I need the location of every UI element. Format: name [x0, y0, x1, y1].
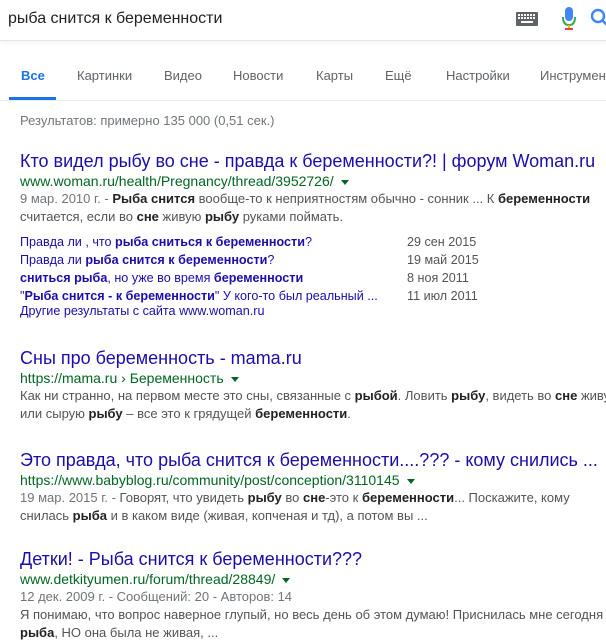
search-bar	[0, 0, 606, 41]
sitelink[interactable]: Правда ли рыба снится к беременности?	[20, 251, 274, 269]
result-url: www.detkityumen.ru/forum/thread/28849/	[20, 570, 606, 588]
tab-news[interactable]: Новости	[233, 68, 283, 83]
result-snippet: 9 мар. 2010 г. - Рыба снится вообще-то к…	[20, 191, 591, 206]
sitelink[interactable]: Правда ли , что рыба сниться к беременно…	[20, 233, 312, 251]
result-title-link[interactable]: Кто видел рыбу во сне - правда к беремен…	[20, 150, 606, 172]
result-snippet: Как ни странно, на первом месте это сны,…	[20, 388, 606, 403]
tab-settings[interactable]: Настройки	[446, 68, 510, 83]
url-dropdown-arrow-icon[interactable]	[406, 478, 415, 484]
keyboard-icon[interactable]	[516, 12, 538, 26]
result-snippet: или сырую рыбу – все это к грядущей бере…	[20, 406, 351, 421]
tab-all[interactable]: Все	[21, 68, 45, 83]
active-tab-indicator	[9, 97, 56, 100]
url-dropdown-arrow-icon[interactable]	[282, 577, 291, 583]
sitelink-row: Правда ли , что рыба сниться к беременно…	[20, 233, 500, 251]
search-tabs: Все Картинки Видео Новости Карты Ещё Нас…	[0, 58, 606, 101]
sitelinks: Правда ли , что рыба сниться к беременно…	[20, 233, 500, 305]
sitelink-date: 11 июл 2011	[407, 289, 478, 303]
sitelink-row: сниться рыба, но уже во время беременнос…	[20, 269, 500, 287]
result-meta: 12 дек. 2009 г. - Сообщений: 20 - Авторо…	[20, 589, 293, 604]
result-snippet: 19 мар. 2015 г. - Говорят, что увидеть р…	[20, 490, 570, 505]
sitelink-row: Правда ли рыба снится к беременности? 19…	[20, 251, 500, 269]
sitelink[interactable]: сниться рыба, но уже во время беременнос…	[20, 269, 303, 287]
sitelink-date: 29 сен 2015	[407, 235, 477, 249]
result-title-link[interactable]: Сны про беременность - mama.ru	[20, 347, 606, 369]
url-dropdown-arrow-icon[interactable]	[340, 179, 349, 185]
tab-maps[interactable]: Карты	[316, 68, 353, 83]
result-title-link[interactable]: Это правда, что рыба снится к беременнос…	[20, 449, 606, 471]
result-snippet: снилась рыба и в каком виде (живая, копч…	[20, 508, 428, 523]
result-snippet: рыба, НО она была не живая, ...	[20, 625, 219, 640]
search-input[interactable]	[8, 8, 488, 30]
search-result: Детки! - Рыба снится к беременности??? w…	[20, 548, 606, 642]
result-title-link[interactable]: Детки! - Рыба снится к беременности???	[20, 548, 606, 570]
sitelink[interactable]: "Рыба снится - к беременности" У кого-то…	[20, 287, 378, 305]
search-result: Это правда, что рыба снится к беременнос…	[20, 449, 606, 525]
search-result: Кто видел рыбу во сне - правда к беремен…	[20, 150, 606, 226]
search-result: Сны про беременность - mama.ru https://m…	[20, 347, 606, 423]
more-results-from-site-link[interactable]: Другие результаты с сайта www.woman.ru	[20, 304, 264, 318]
tab-tools[interactable]: Инструменты	[540, 68, 606, 83]
result-url: www.woman.ru/health/Pregnancy/thread/395…	[20, 172, 606, 190]
search-icon[interactable]	[590, 8, 606, 28]
url-dropdown-arrow-icon[interactable]	[230, 376, 239, 382]
sitelink-row: "Рыба снится - к беременности" У кого-то…	[20, 287, 500, 305]
result-stats: Результатов: примерно 135 000 (0,51 сек.…	[20, 113, 275, 128]
tab-video[interactable]: Видео	[164, 68, 202, 83]
sitelink-date: 8 ноя 2011	[407, 271, 469, 285]
tab-more[interactable]: Ещё	[385, 68, 412, 83]
result-url: https://mama.ru › Беременность	[20, 369, 606, 387]
result-url: https://www.babyblog.ru/community/post/c…	[20, 471, 606, 489]
sitelink-date: 19 май 2015	[407, 253, 479, 267]
microphone-icon[interactable]	[562, 7, 576, 31]
result-snippet: Я понимаю, что вопрос наверное глупый, н…	[20, 607, 604, 622]
result-snippet: считается, если во сне живую рыбу руками…	[20, 209, 344, 224]
tab-images[interactable]: Картинки	[77, 68, 132, 83]
